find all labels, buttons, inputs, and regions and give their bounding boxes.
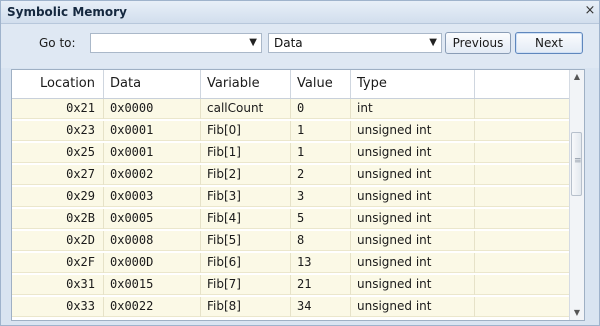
toolbar: Go to: ▼ Data ▼ Previous Next [1, 24, 599, 68]
cell-empty [475, 209, 570, 229]
cell-data: 0x0000 [104, 99, 201, 119]
table-row[interactable]: 0x33 0x0022 Fib[8] 34 unsigned int [12, 297, 584, 317]
title-bar[interactable]: Symbolic Memory × [1, 1, 599, 24]
cell-location: 0x27 [12, 165, 104, 185]
cell-location: 0x31 [12, 275, 104, 295]
table-row[interactable]: 0x2F 0x000D Fib[6] 13 unsigned int [12, 253, 584, 273]
table-row[interactable]: 0x31 0x0015 Fib[7] 21 unsigned int [12, 275, 584, 295]
scroll-down-icon[interactable]: ▼ [570, 306, 584, 320]
table-row[interactable]: 0x25 0x0001 Fib[1] 1 unsigned int [12, 143, 584, 163]
cell-data: 0x0003 [104, 187, 201, 207]
cell-empty [475, 275, 570, 295]
table-row[interactable]: 0x21 0x0000 callCount 0 int [12, 99, 584, 119]
column-header-variable[interactable]: Variable [201, 70, 291, 98]
cell-location: 0x25 [12, 143, 104, 163]
cell-variable: Fib[5] [201, 231, 291, 251]
cell-data: 0x0022 [104, 297, 201, 317]
cell-type: unsigned int [351, 121, 475, 141]
cell-value: 2 [291, 165, 351, 185]
cell-data: 0x0002 [104, 165, 201, 185]
cell-location: 0x29 [12, 187, 104, 207]
column-header-empty[interactable] [475, 70, 570, 98]
grid-header: Location Data Variable Value Type [12, 70, 584, 99]
scrollbar-thumb[interactable]: ≡ [571, 132, 582, 196]
next-button[interactable]: Next [515, 32, 583, 54]
grip-icon: ≡ [574, 156, 582, 166]
memory-grid: Location Data Variable Value Type 0x21 0x… [11, 69, 585, 321]
table-row[interactable]: 0x23 0x0001 Fib[0] 1 unsigned int [12, 121, 584, 141]
cell-variable: Fib[7] [201, 275, 291, 295]
cell-value: 1 [291, 121, 351, 141]
cell-variable: Fib[4] [201, 209, 291, 229]
cell-value: 21 [291, 275, 351, 295]
cell-value: 3 [291, 187, 351, 207]
cell-type: unsigned int [351, 231, 475, 251]
cell-variable: Fib[1] [201, 143, 291, 163]
cell-location: 0x2D [12, 231, 104, 251]
cell-empty [475, 187, 570, 207]
cell-location: 0x33 [12, 297, 104, 317]
cell-data: 0x000D [104, 253, 201, 273]
cell-value: 0 [291, 99, 351, 119]
cell-value: 34 [291, 297, 351, 317]
cell-type: unsigned int [351, 297, 475, 317]
cell-value: 5 [291, 209, 351, 229]
cell-data: 0x0015 [104, 275, 201, 295]
cell-empty [475, 253, 570, 273]
cell-variable: Fib[6] [201, 253, 291, 273]
cell-location: 0x23 [12, 121, 104, 141]
cell-data: 0x0005 [104, 209, 201, 229]
cell-data: 0x0001 [104, 121, 201, 141]
cell-empty [475, 143, 570, 163]
column-header-type[interactable]: Type [351, 70, 475, 98]
table-row[interactable]: 0x2D 0x0008 Fib[5] 8 unsigned int [12, 231, 584, 251]
close-icon[interactable]: × [583, 3, 597, 19]
symbolic-memory-window: Symbolic Memory × Go to: ▼ Data ▼ Previo… [0, 0, 600, 326]
cell-type: unsigned int [351, 187, 475, 207]
cell-type: unsigned int [351, 253, 475, 273]
cell-empty [475, 165, 570, 185]
memory-type-select[interactable]: Data ▼ [268, 33, 442, 53]
cell-data: 0x0008 [104, 231, 201, 251]
chevron-down-icon[interactable]: ▼ [249, 37, 257, 48]
cell-location: 0x21 [12, 99, 104, 119]
scroll-up-icon[interactable]: ▲ [570, 70, 584, 84]
cell-value: 13 [291, 253, 351, 273]
cell-empty [475, 231, 570, 251]
cell-variable: Fib[8] [201, 297, 291, 317]
cell-value: 1 [291, 143, 351, 163]
column-header-data[interactable]: Data [104, 70, 201, 98]
cell-empty [475, 121, 570, 141]
cell-type: int [351, 99, 475, 119]
cell-variable: Fib[3] [201, 187, 291, 207]
column-header-value[interactable]: Value [291, 70, 351, 98]
cell-variable: callCount [201, 99, 291, 119]
column-header-location[interactable]: Location [12, 70, 104, 98]
goto-label: Go to: [39, 36, 76, 50]
cell-empty [475, 99, 570, 119]
cell-type: unsigned int [351, 209, 475, 229]
cell-type: unsigned int [351, 165, 475, 185]
cell-data: 0x0001 [104, 143, 201, 163]
cell-type: unsigned int [351, 275, 475, 295]
cell-location: 0x2F [12, 253, 104, 273]
goto-combobox[interactable]: ▼ [90, 33, 262, 53]
table-row[interactable]: 0x2B 0x0005 Fib[4] 5 unsigned int [12, 209, 584, 229]
cell-type: unsigned int [351, 143, 475, 163]
cell-variable: Fib[2] [201, 165, 291, 185]
table-row[interactable]: 0x29 0x0003 Fib[3] 3 unsigned int [12, 187, 584, 207]
previous-button[interactable]: Previous [445, 32, 511, 54]
cell-empty [475, 297, 570, 317]
cell-location: 0x2B [12, 209, 104, 229]
vertical-scrollbar[interactable]: ▲ ≡ ▼ [569, 70, 584, 320]
window-title: Symbolic Memory [7, 5, 127, 19]
table-row[interactable]: 0x27 0x0002 Fib[2] 2 unsigned int [12, 165, 584, 185]
cell-value: 8 [291, 231, 351, 251]
cell-variable: Fib[0] [201, 121, 291, 141]
chevron-down-icon[interactable]: ▼ [429, 37, 437, 48]
memory-type-value: Data [274, 36, 303, 50]
